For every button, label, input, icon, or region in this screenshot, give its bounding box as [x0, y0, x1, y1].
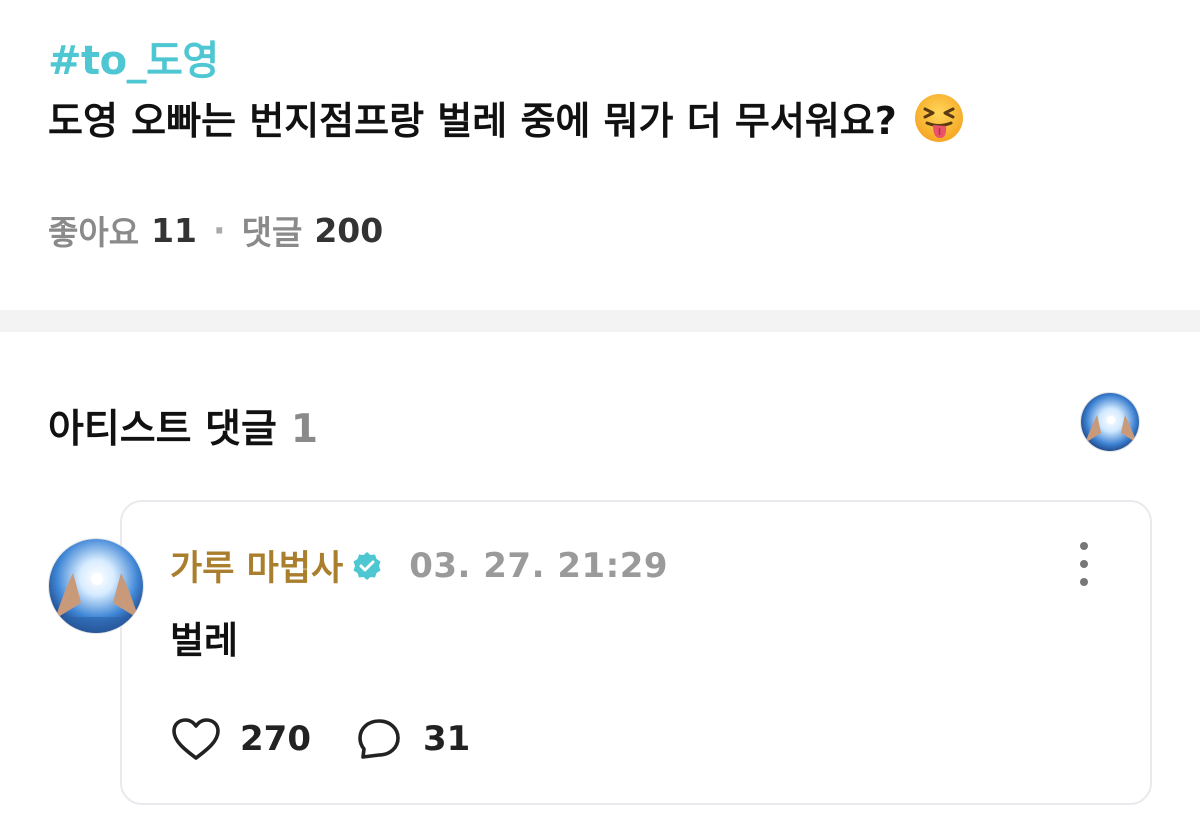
reply-count: 31	[422, 719, 471, 759]
artist-comments-header: 아티스트 댓글 1	[48, 398, 318, 454]
comment-body: 벌레	[170, 619, 239, 662]
comment-timestamp: 03. 27. 21:29	[409, 545, 669, 586]
likes-count: 11	[151, 210, 198, 250]
post-question: 도영 오빠는 번지점프랑 벌레 중에 뭐가 더 무서워요?	[48, 90, 965, 145]
comment-meta: 가루 마법사 03. 27. 21:29	[170, 540, 668, 591]
artist-comment-card: 가루 마법사 03. 27. 21:29 벌레 270 31	[120, 500, 1152, 805]
speech-bubble-icon	[358, 719, 400, 759]
artist-avatar[interactable]	[1080, 392, 1140, 452]
reply-button[interactable]: 31	[353, 716, 470, 762]
stats-separator: ·	[213, 210, 226, 250]
post: #to_도영 도영 오빠는 번지점프랑 벌레 중에 뭐가 더 무서워요? 좋아요…	[0, 0, 1200, 310]
comments-label[interactable]: 댓글	[242, 206, 303, 254]
squinting-tongue-emoji-icon	[914, 93, 963, 142]
more-dot	[1080, 560, 1088, 568]
artist-avatar-image	[1081, 393, 1139, 451]
comments-count[interactable]: 200	[314, 211, 383, 250]
likes-label: 좋아요	[48, 213, 140, 252]
more-options-icon[interactable]	[1074, 542, 1094, 586]
like-count: 270	[240, 719, 311, 759]
artist-comments-title: 아티스트 댓글	[48, 407, 277, 452]
verified-badge-icon	[353, 551, 381, 580]
hashtag-link[interactable]: #to_도영	[48, 28, 219, 86]
commenter-avatar-image	[49, 539, 143, 633]
artist-comments-count: 1	[290, 407, 318, 452]
commenter-avatar[interactable]	[48, 538, 144, 634]
comment-actions: 270 31	[170, 716, 470, 762]
post-question-text: 도영 오빠는 번지점프랑 벌레 중에 뭐가 더 무서워요?	[48, 99, 897, 143]
post-stats: 좋아요 11 · 댓글 200	[48, 206, 383, 254]
comment-author[interactable]: 가루 마법사	[170, 540, 343, 591]
like-button[interactable]: 270	[170, 716, 311, 762]
more-dot	[1080, 578, 1088, 586]
more-dot	[1080, 542, 1088, 550]
heart-icon	[172, 718, 220, 760]
section-divider	[0, 310, 1200, 332]
